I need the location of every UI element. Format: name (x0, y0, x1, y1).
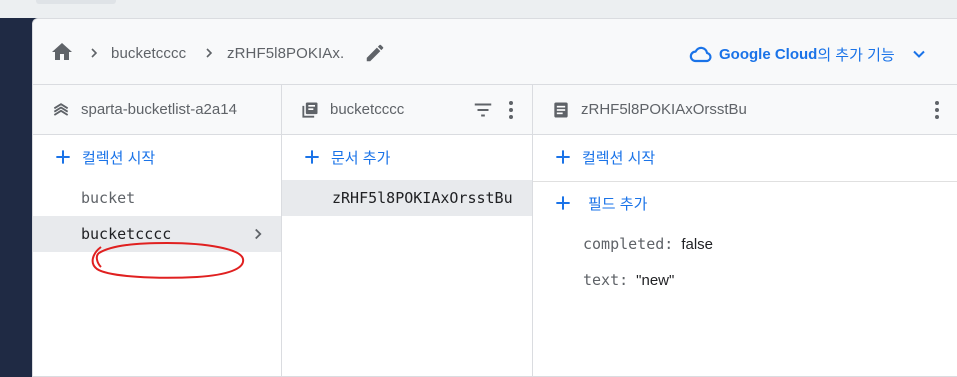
plus-icon (56, 150, 70, 164)
start-collection-button[interactable]: 컬렉션 시작 (33, 136, 281, 178)
start-subcollection-label: 컬렉션 시작 (582, 149, 656, 167)
start-subcollection-button[interactable]: 컬렉션 시작 (533, 136, 957, 178)
collection-item-bucket[interactable]: bucket (33, 180, 281, 216)
document-item[interactable]: zRHF5l8POKIAxOrsstBu (282, 180, 532, 216)
google-cloud-brand: Google Cloud (719, 45, 818, 63)
collection-documents-column: bucketcccc 문서 추가 zRHF5l8POKIAxOrsstBu (282, 85, 533, 376)
add-field-label: 필드 추가 (588, 195, 648, 213)
plus-icon (556, 196, 570, 210)
document-item-label: zRHF5l8POKIAxOrsstBu (332, 189, 513, 207)
breadcrumb-item-document[interactable]: zRHF5l8POKIAx. (227, 45, 344, 62)
collection-item-label: bucketcccc (81, 225, 172, 243)
field-value: "new" (636, 271, 675, 289)
collection-item-bucketcccc[interactable]: bucketcccc (33, 216, 281, 252)
cloud-icon (689, 46, 712, 63)
add-document-label: 문서 추가 (331, 149, 391, 167)
breadcrumb: bucketcccc zRHF5l8POKIAx. Google Cloud 의… (33, 19, 957, 85)
document-icon (554, 102, 568, 118)
collection-icon (302, 102, 318, 118)
chevron-right-icon (255, 228, 262, 240)
firestore-panel: bucketcccc zRHF5l8POKIAx. Google Cloud 의… (32, 18, 957, 377)
filter-icon[interactable] (472, 99, 494, 121)
breadcrumb-item-collection[interactable]: bucketcccc (111, 45, 186, 62)
field-row-completed[interactable]: completed: false (583, 233, 713, 255)
chevron-right-icon (91, 48, 98, 58)
edit-pencil-icon[interactable] (364, 42, 386, 64)
field-value: false (681, 235, 713, 253)
document-fields-column: zRHF5l8POKIAxOrsstBu 컬렉션 시작 필드 추가 comple… (533, 85, 957, 376)
browser-top-strip (0, 0, 957, 18)
root-collections-column: sparta-bucketlist-a2a14 컬렉션 시작 bucket bu… (33, 85, 282, 376)
chevron-down-icon[interactable] (909, 44, 929, 64)
more-vert-icon[interactable] (501, 99, 521, 121)
google-cloud-extensions[interactable]: Google Cloud 의 추가 기능 (689, 43, 929, 65)
chevron-right-icon (206, 48, 213, 58)
add-document-button[interactable]: 문서 추가 (282, 136, 532, 178)
collection-title: bucketcccc (330, 101, 405, 118)
document-title: zRHF5l8POKIAxOrsstBu (581, 101, 747, 118)
column-header: bucketcccc (282, 85, 532, 135)
field-row-text[interactable]: text: "new" (583, 269, 674, 291)
collection-item-label: bucket (81, 189, 136, 207)
field-key: text: (583, 271, 629, 289)
column-header: zRHF5l8POKIAxOrsstBu (533, 85, 957, 135)
home-icon[interactable] (50, 40, 74, 64)
add-field-button[interactable]: 필드 추가 (533, 182, 957, 224)
plus-icon (305, 150, 319, 164)
tab-stub (36, 0, 116, 4)
google-cloud-extensions-label: 의 추가 기능 (817, 46, 895, 64)
plus-icon (556, 150, 570, 164)
field-key: completed: (583, 235, 674, 253)
firestore-stack-icon (53, 103, 69, 116)
more-vert-icon[interactable] (927, 99, 947, 121)
project-title: sparta-bucketlist-a2a14 (81, 101, 237, 118)
column-header: sparta-bucketlist-a2a14 (33, 85, 281, 135)
start-collection-label: 컬렉션 시작 (82, 149, 156, 167)
